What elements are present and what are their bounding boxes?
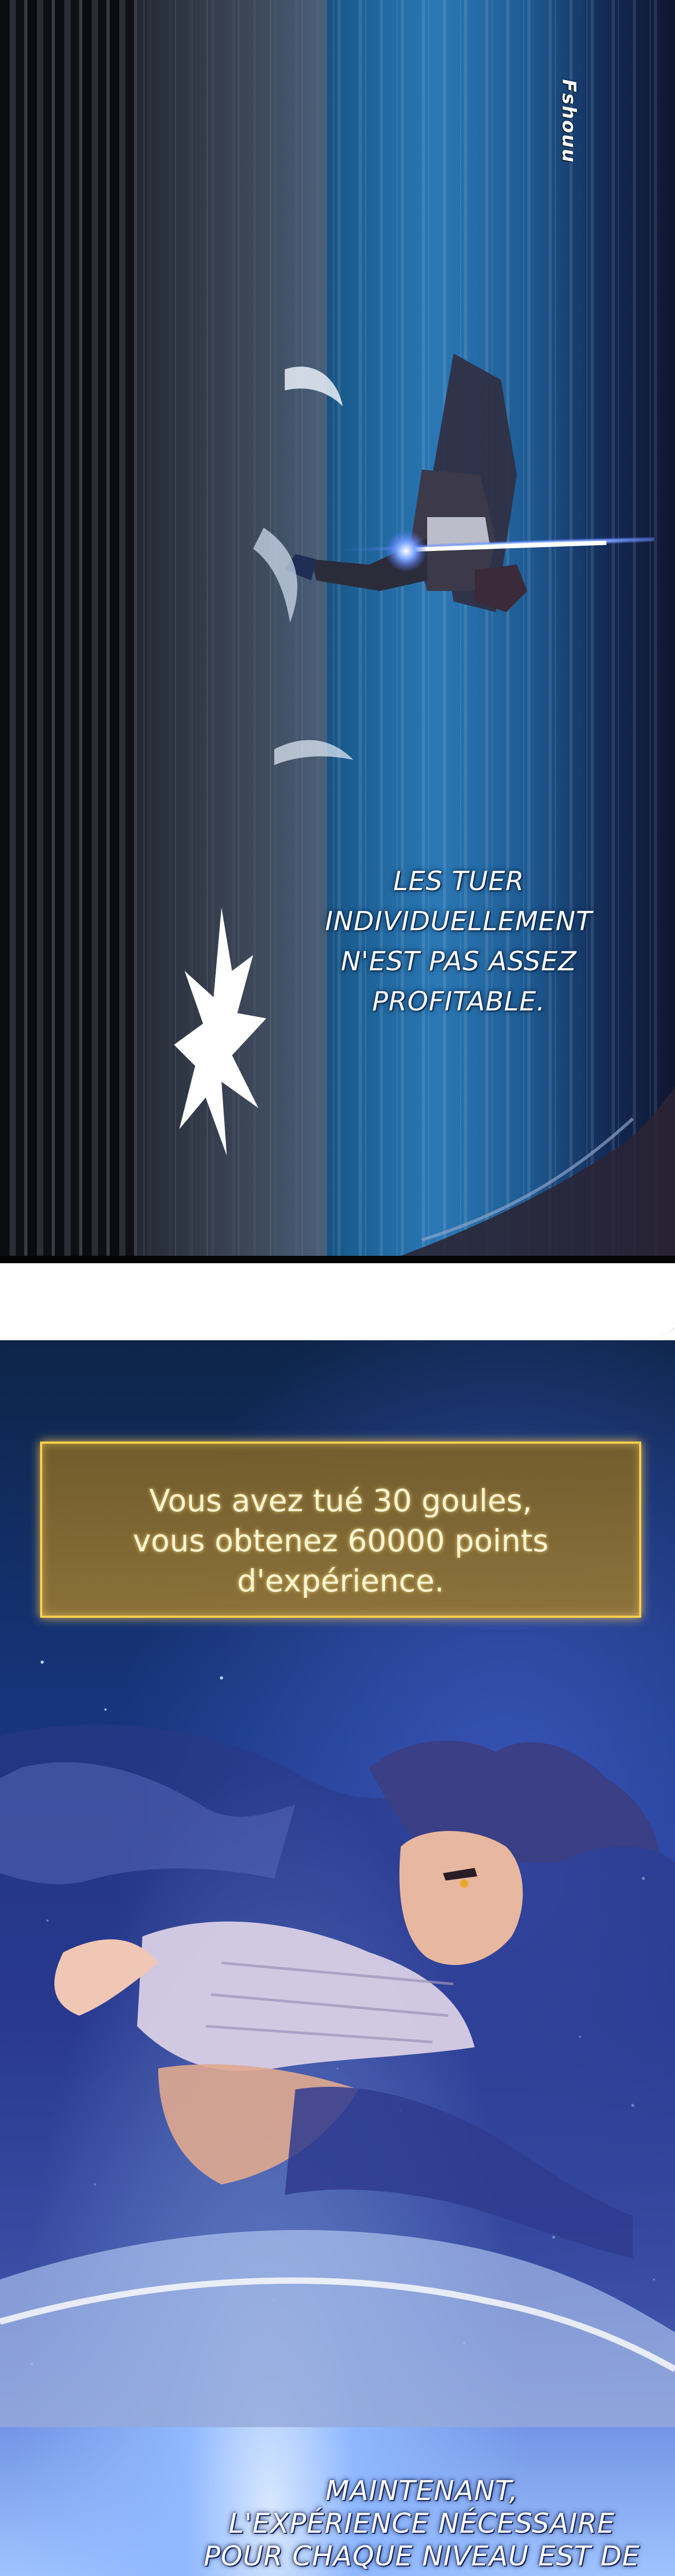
- system-notification-text: Vous avez tué 30 goules, vous obtenez 60…: [42, 1481, 639, 1601]
- sound-effect-text: Fshouu: [558, 79, 580, 164]
- swordsman-closeup: [0, 1724, 675, 2427]
- system-notification-box: Vous avez tué 30 goules, vous obtenez 60…: [40, 1442, 641, 1618]
- caption-line: LES TUER: [393, 866, 525, 896]
- panel-border: [0, 1256, 675, 1263]
- panel-sword-dash: Fshouu LES TUER INDIVIDUELLEMENT N'EST P…: [0, 0, 675, 1256]
- caption-line: N'EST PAS ASSEZ: [341, 946, 577, 977]
- motion-stripes: [0, 0, 137, 1256]
- page-curl-decoration: [641, 1263, 675, 1337]
- system-line: Vous avez tué 30 goules,: [149, 1483, 532, 1519]
- caption-line: INDIVIDUELLEMENT: [325, 906, 593, 937]
- impact-splash: [174, 908, 266, 1156]
- system-line: vous obtenez 60000 points: [132, 1523, 549, 1559]
- caption-line: POUR CHAQUE NIVEAU EST DE: [204, 2541, 640, 2572]
- panel-system-message: Vous avez tué 30 goules, vous obtenez 60…: [0, 1340, 675, 2576]
- comic-page: Fshouu LES TUER INDIVIDUELLEMENT N'EST P…: [0, 0, 675, 2576]
- caption-line: PROFITABLE.: [372, 986, 546, 1017]
- panel-gutter: [0, 1263, 675, 1340]
- narration-caption: LES TUER INDIVIDUELLEMENT N'EST PAS ASSE…: [295, 861, 622, 1022]
- swordsman-figure: [253, 354, 654, 765]
- system-line: d'expérience.: [237, 1563, 445, 1599]
- caption-line: MAINTENANT,: [325, 2475, 518, 2507]
- narration-caption-bottom: MAINTENANT, L'EXPÉRIENCE NÉCESSAIRE POUR…: [190, 2475, 654, 2573]
- dark-cloak-corner: [401, 1087, 675, 1256]
- caption-line: L'EXPÉRIENCE NÉCESSAIRE: [228, 2508, 615, 2540]
